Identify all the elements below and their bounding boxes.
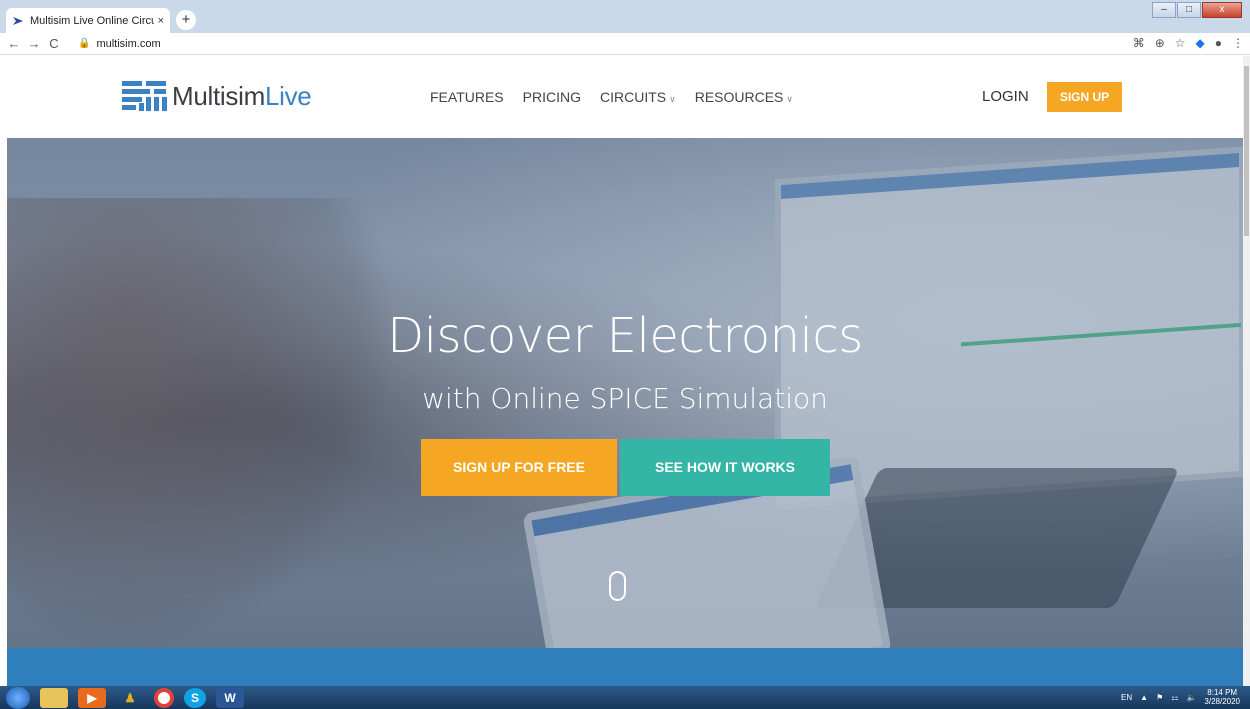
word-icon[interactable]: W (216, 687, 244, 708)
menu-dots-icon[interactable]: ⋮ (1232, 36, 1244, 50)
hero-subtitle: with Online SPICE Simulation (422, 382, 828, 415)
nav-circuits-label: CIRCUITS (599, 89, 667, 105)
file-explorer-icon[interactable] (40, 687, 68, 708)
logo-text: MultisimLive (172, 80, 312, 112)
clock-date: 3/28/2020 (1204, 697, 1240, 706)
logo-text-main: Multisim (172, 80, 265, 111)
chevron-down-icon: ∨ (786, 94, 793, 104)
nav-features[interactable]: FEATURES (430, 89, 504, 105)
circuit-logo-icon (122, 81, 167, 111)
multisim-live-logo[interactable]: MultisimLive (122, 79, 312, 113)
tray-expand-icon[interactable]: ▲ (1140, 693, 1148, 702)
action-center-flag-icon[interactable]: ⚑ (1156, 693, 1163, 702)
hero-section: Discover Electronics with Online SPICE S… (7, 138, 1243, 648)
scroll-down-icon[interactable] (609, 571, 626, 601)
reload-icon[interactable]: C (44, 36, 64, 51)
hero-title: Discover Electronics (387, 308, 863, 364)
scrollbar-thumb[interactable] (1244, 66, 1249, 236)
app-icon[interactable]: ♟ (116, 688, 144, 708)
lock-icon[interactable]: 🔒 (78, 38, 90, 49)
tab-close-icon[interactable]: × (158, 15, 164, 27)
multisim-favicon-icon (13, 16, 23, 25)
browser-tab[interactable]: Multisim Live Online Circuit Simu × (6, 8, 170, 33)
main-navigation: FEATURES PRICING CIRCUITS ∨ RESOURCES ∨ (430, 89, 793, 105)
page-scrollbar[interactable] (1243, 56, 1250, 686)
window-controls: – □ x (1152, 2, 1242, 18)
profile-icon[interactable]: ● (1215, 36, 1222, 50)
new-tab-button[interactable]: + (176, 10, 196, 30)
sign-up-free-button[interactable]: SIGN UP FOR FREE (421, 439, 617, 496)
chevron-down-icon: ∨ (669, 94, 676, 104)
address-bar: ← → C 🔒 multisim.com ⌘ ⊕ ☆ ◆ ● ⋮ (0, 33, 1250, 55)
nav-circuits[interactable]: CIRCUITS ∨ (600, 89, 676, 105)
close-window-button[interactable]: x (1202, 2, 1242, 18)
maximize-button[interactable]: □ (1177, 2, 1201, 18)
url-field[interactable]: multisim.com (96, 38, 160, 50)
extension-icon[interactable]: ◆ (1196, 36, 1205, 50)
back-arrow-icon[interactable]: ← (4, 36, 24, 51)
network-icon[interactable]: ⚏ (1171, 693, 1178, 702)
forward-arrow-icon[interactable]: → (24, 36, 44, 51)
nav-resources-label: RESOURCES (694, 89, 784, 105)
login-link[interactable]: LOGIN (982, 88, 1029, 105)
clock-time: 8:14 PM (1207, 688, 1238, 697)
section-band (7, 648, 1243, 686)
logo-text-accent: Live (264, 80, 312, 111)
media-player-icon[interactable]: ▶ (78, 687, 106, 708)
system-tray: EN ▲ ⚑ ⚏ 🔈 8:14 PM 3/28/2020 (1121, 688, 1240, 706)
zoom-icon[interactable]: ⊕ (1155, 36, 1165, 50)
bookmark-star-icon[interactable]: ☆ (1175, 36, 1186, 50)
chrome-icon[interactable] (154, 687, 174, 708)
translate-icon[interactable]: ⌘ (1133, 36, 1145, 50)
browser-tab-strip: Multisim Live Online Circuit Simu × + – … (0, 0, 1250, 33)
minimize-button[interactable]: – (1152, 2, 1176, 18)
nav-pricing[interactable]: PRICING (523, 89, 581, 105)
language-indicator[interactable]: EN (1121, 693, 1132, 702)
clock[interactable]: 8:14 PM 3/28/2020 (1204, 688, 1240, 706)
see-how-it-works-button[interactable]: SEE HOW IT WORKS (620, 439, 830, 496)
start-button-icon[interactable] (6, 686, 30, 709)
volume-icon[interactable]: 🔈 (1186, 693, 1196, 702)
windows-taskbar: ▶ ♟ S W EN ▲ ⚑ ⚏ 🔈 8:14 PM 3/28/2020 (0, 686, 1250, 709)
browser-toolbar-icons: ⌘ ⊕ ☆ ◆ ● ⋮ (1133, 36, 1244, 50)
site-header: MultisimLive FEATURES PRICING CIRCUITS ∨ … (0, 56, 1250, 138)
signup-button[interactable]: SIGN UP (1047, 82, 1122, 112)
skype-icon[interactable]: S (184, 687, 206, 708)
nav-resources[interactable]: RESOURCES ∨ (695, 89, 793, 105)
tab-title: Multisim Live Online Circuit Simu (30, 14, 154, 27)
